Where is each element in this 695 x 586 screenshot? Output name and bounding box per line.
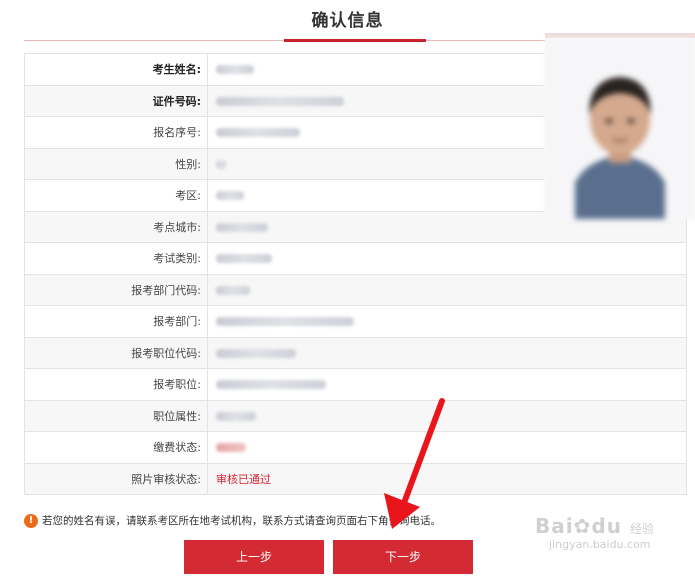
info-icon: !	[24, 514, 38, 528]
field-label-exam-area: 考区:	[24, 179, 208, 212]
redacted-value	[216, 285, 250, 295]
watermark-sub: 经验	[629, 522, 654, 536]
redacted-value	[216, 96, 344, 106]
field-label-payment-status: 缴费状态:	[24, 431, 208, 464]
prev-step-button[interactable]: 上一步	[184, 540, 324, 574]
field-value-exam-type	[207, 242, 687, 275]
field-value-dept-code	[207, 273, 687, 306]
table-row: 报考职位:	[24, 368, 687, 401]
field-value-department	[207, 305, 687, 338]
photo-review-status: 审核已通过	[216, 472, 271, 486]
field-label-photo-review: 照片审核状态:	[24, 462, 208, 495]
field-label-exam-type: 考试类别:	[24, 242, 208, 275]
table-row: 职位属性:	[24, 399, 687, 432]
redacted-value	[216, 191, 244, 201]
table-row: 报考职位代码:	[24, 336, 687, 369]
redacted-value	[216, 317, 354, 327]
field-label-department: 报考部门:	[24, 305, 208, 338]
redacted-value	[216, 411, 256, 421]
table-row: 照片审核状态: 审核已通过	[24, 462, 687, 495]
redacted-status	[216, 443, 246, 453]
table-row: 缴费状态:	[24, 431, 687, 464]
table-row: 考试类别:	[24, 242, 687, 275]
redacted-value	[216, 254, 272, 264]
field-label-position-attribute: 职位属性:	[24, 399, 208, 432]
field-label-exam-city: 考点城市:	[24, 210, 208, 243]
notice-message: ! 若您的姓名有误，请联系考区所在地考试机构，联系方式请查询页面右下角咨询电话。	[24, 512, 624, 530]
redacted-value	[216, 348, 296, 358]
table-row: 报考部门代码:	[24, 273, 687, 306]
redacted-value	[216, 222, 268, 232]
redacted-value	[216, 65, 254, 75]
candidate-photo	[545, 33, 695, 219]
page-title: 确认信息	[311, 11, 384, 31]
field-label-id-number: 证件号码:	[24, 84, 208, 117]
watermark-brand-tail: du	[591, 514, 622, 538]
watermark-brand: Bai	[535, 514, 574, 538]
next-step-button[interactable]: 下一步	[333, 540, 473, 574]
field-label-registration-no: 报名序号:	[24, 116, 208, 149]
field-label-position: 报考职位:	[24, 368, 208, 401]
redacted-value	[216, 159, 226, 169]
paw-icon: ✿	[573, 514, 592, 538]
redacted-value	[216, 380, 326, 390]
field-label-gender: 性别:	[24, 147, 208, 180]
field-label-position-code: 报考职位代码:	[24, 336, 208, 369]
redacted-value	[216, 128, 300, 138]
watermark-url: jingyan.baidu.com	[549, 538, 651, 551]
portrait-image	[545, 38, 695, 219]
field-label-name: 考生姓名:	[24, 53, 208, 86]
baidu-jingyan-watermark: Bai✿du 经验 jingyan.baidu.com	[535, 514, 685, 578]
table-row: 报考部门:	[24, 305, 687, 338]
field-label-dept-code: 报考部门代码:	[24, 273, 208, 306]
field-value-position-code	[207, 336, 687, 369]
red-arrow-annotation	[384, 398, 445, 529]
title-accent-bar	[284, 39, 426, 42]
